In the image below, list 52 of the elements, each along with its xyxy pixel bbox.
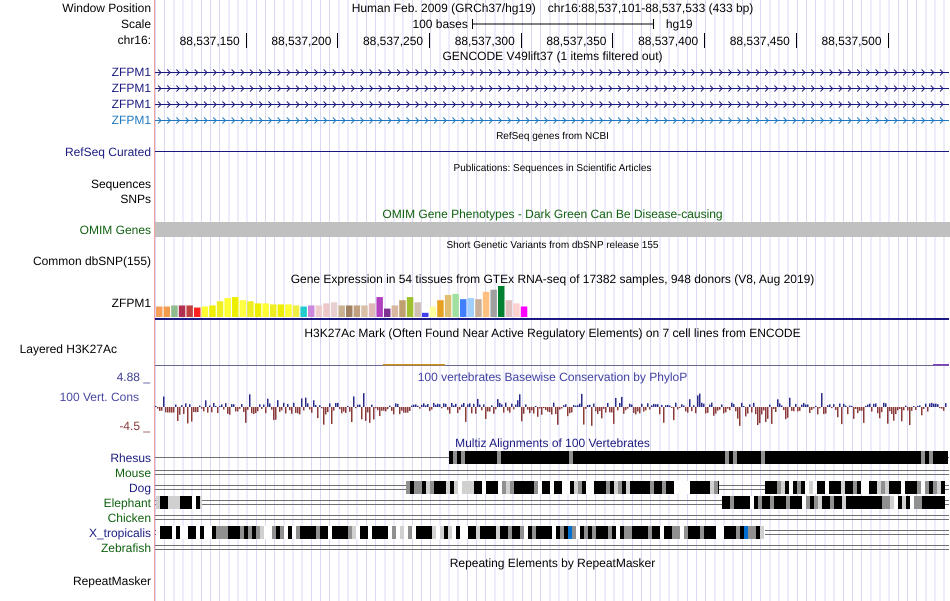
track-label: Scale (120, 17, 151, 31)
track-label[interactable]: Layered H3K27Ac (20, 342, 117, 356)
track-title: Multiz Alignments of 100 Vertebrates (455, 436, 650, 450)
alignment-drawing[interactable] (155, 525, 949, 540)
track-title: Short Genetic Variants from dbSNP release 155 (446, 240, 658, 250)
track-label[interactable]: Rhesus (110, 450, 151, 464)
track-label[interactable]: Zebrafish (100, 540, 151, 554)
coordinate-label: 88,537,500 (821, 34, 882, 48)
track-title: OMIM Gene Phenotypes - Dark Green Can Be Disease-causing (382, 207, 723, 221)
coordinate-label: 88,537,200 (271, 34, 332, 48)
track-label[interactable]: X_tropicalis (88, 526, 151, 540)
track-label[interactable]: Sequences (90, 176, 151, 190)
track-title: Gene Expression in 54 tissues from GTEx RNA-seq of 17382 samples, 948 donors (V8, Aug 2019) (290, 272, 814, 286)
coordinate-label: 88,537,400 (638, 34, 698, 48)
track-title: H3K27Ac Mark (Often Found Near Active Regulatory Elements) on 7 cell lines from ENCODE (304, 326, 801, 340)
track-title: Repeating Elements by RepeatMasker (450, 556, 656, 570)
track-title: GENCODE V49lift37 (1 items filtered out) (442, 49, 663, 63)
track-label: chr16: (118, 33, 151, 47)
track-label[interactable]: ZFPM1 (112, 113, 151, 127)
alignment-drawing[interactable] (155, 450, 949, 465)
coordinate-label: 88,537,300 (454, 34, 515, 48)
track-label[interactable]: ZFPM1 (112, 81, 151, 95)
alignment-drawing[interactable] (155, 495, 949, 510)
scale-text: 100 bases (412, 17, 468, 31)
track-label[interactable]: Elephant (104, 496, 151, 510)
track-label[interactable]: 100 Vert. Cons (60, 390, 139, 404)
track-label[interactable]: ZFPM1 (112, 296, 151, 310)
track-label[interactable]: Common dbSNP(155) (32, 254, 151, 268)
axis-max-label: 4.88 _ (116, 370, 150, 384)
axis-min-label: -4.5 _ (119, 419, 150, 433)
expression-bar-drawing[interactable] (155, 286, 949, 320)
track-title: RefSeq genes from NCBI (496, 130, 609, 142)
track-title: 100 vertebrates Basewise Conservation by PhyloP (418, 370, 688, 384)
track-label[interactable]: Dog (128, 480, 151, 494)
track-label[interactable]: Mouse (114, 466, 151, 480)
position-text: chr16:88,537,101-88,537,533 (433 bp) (548, 1, 754, 15)
track-label[interactable]: ZFPM1 (112, 65, 151, 79)
track-label[interactable]: ZFPM1 (112, 97, 151, 111)
alignment-drawing[interactable] (155, 480, 949, 495)
track-label[interactable]: RefSeq Curated (64, 145, 151, 159)
track-label[interactable]: OMIM Genes (80, 222, 151, 236)
coordinate-label: 88,537,150 (180, 34, 240, 48)
assembly-name: hg19 (666, 17, 693, 31)
track-title: Publications: Sequences in Scientific Articles (454, 162, 652, 174)
track-label[interactable]: RepeatMasker (72, 574, 151, 588)
track-label: Window Position (62, 1, 151, 15)
coordinate-label: 88,537,450 (730, 34, 790, 48)
coordinate-label: 88,537,250 (363, 34, 424, 48)
track-label[interactable]: Chicken (108, 510, 151, 524)
track-label[interactable]: SNPs (120, 192, 151, 206)
coordinate-label: 88,537,350 (546, 34, 606, 48)
assembly-title: Human Feb. 2009 (GRCh37/hg19) (352, 1, 536, 15)
